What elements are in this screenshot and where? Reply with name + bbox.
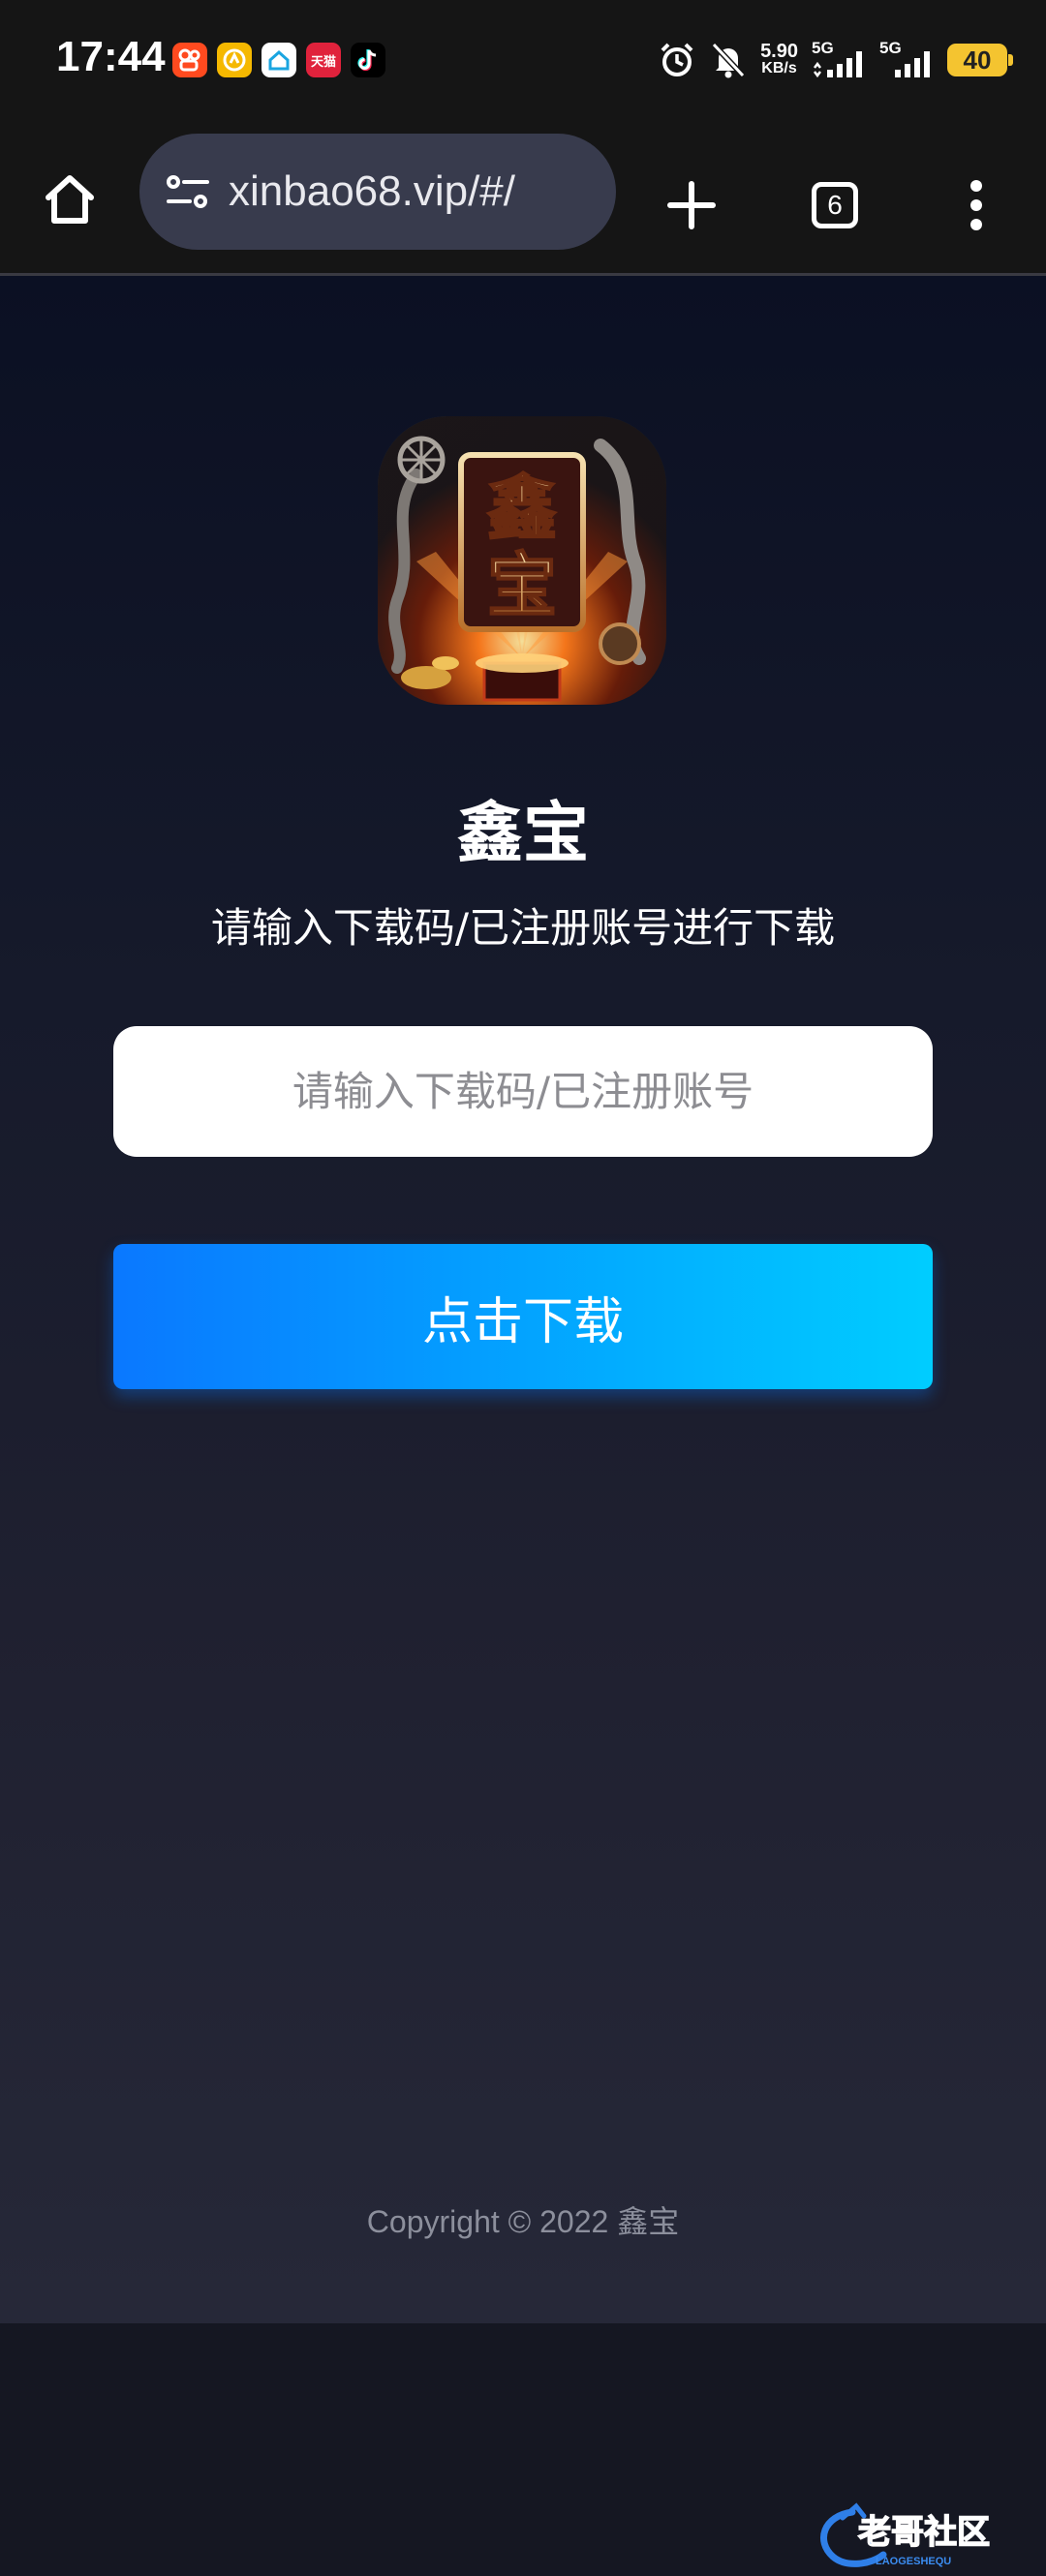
system-icons: 5.90 KB/s 5G 5G 40	[658, 39, 1013, 81]
watermark-logo: 老哥社区 LAOGESHEQU	[814, 2502, 1041, 2572]
browser-menu-button[interactable]	[936, 165, 1017, 246]
download-code-input[interactable]	[113, 1026, 933, 1157]
svg-text:宝: 宝	[487, 545, 557, 626]
battery-level: 40	[963, 45, 992, 75]
address-bar[interactable]: xinbao68.vip/#/	[139, 134, 616, 250]
signal-1: 5G	[812, 39, 866, 81]
mute-bell-icon	[711, 42, 746, 78]
app-title: 鑫宝	[456, 796, 589, 872]
svg-text:老哥社区: 老哥社区	[858, 2513, 990, 2552]
notification-icons: 天猫	[172, 43, 385, 77]
home-button[interactable]	[29, 159, 110, 240]
plus-icon	[667, 181, 716, 229]
signal-bars-icon	[814, 51, 862, 78]
status-bar: 17:44 天猫 5.90 KB/s 5G 5G 40	[0, 0, 1046, 122]
svg-text:LAOGESHEQU: LAOGESHEQU	[876, 2556, 951, 2567]
tab-count: 6	[812, 182, 858, 228]
home-icon	[46, 175, 94, 224]
svg-text:鑫: 鑫	[487, 468, 557, 549]
browser-toolbar: xinbao68.vip/#/ 6	[0, 122, 1046, 276]
more-vertical-icon	[970, 180, 982, 230]
hand-app-icon	[217, 43, 252, 77]
kuaishou-icon	[172, 43, 207, 77]
new-tab-button[interactable]	[651, 165, 732, 246]
tab-switcher-button[interactable]: 6	[794, 165, 876, 246]
tmall-icon: 天猫	[306, 43, 341, 77]
tiktok-icon	[351, 43, 385, 77]
network-speed: 5.90 KB/s	[760, 41, 798, 77]
alarm-icon	[661, 43, 693, 76]
copyright-footer: Copyright © 2022 鑫宝	[366, 2204, 680, 2239]
page-subtitle: 请输入下载码/已注册账号进行下载	[210, 904, 836, 952]
status-time: 17:44	[56, 33, 166, 80]
signal-2: 5G	[879, 39, 934, 81]
signal-bars-icon	[895, 51, 930, 77]
app-logo: 鑫 宝	[378, 416, 666, 705]
site-settings-icon[interactable]	[163, 167, 213, 217]
url-text[interactable]: xinbao68.vip/#/	[229, 167, 515, 216]
home-app-icon	[262, 43, 296, 77]
network-speed-unit: KB/s	[761, 60, 797, 76]
download-page: 鑫 宝 鑫宝 请输入下载码/已注册账号进行下载 点击下载 Copyright ©…	[0, 276, 1046, 2567]
tmall-label: 天猫	[310, 54, 336, 70]
download-button[interactable]: 点击下载	[113, 1244, 933, 1389]
battery-indicator: 40	[947, 44, 1013, 76]
network-speed-value: 5.90	[760, 41, 798, 62]
